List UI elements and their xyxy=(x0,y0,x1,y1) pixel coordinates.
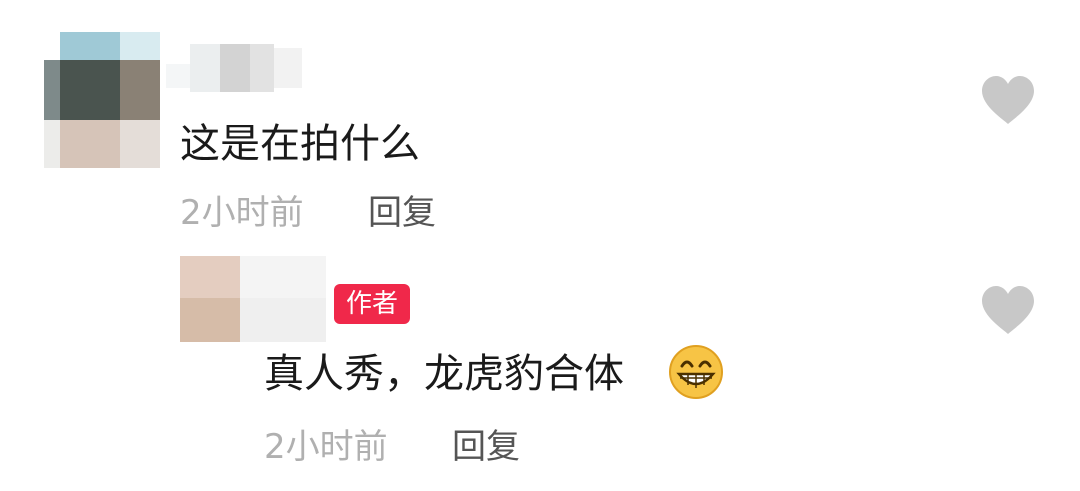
comment-text: 真人秀，龙虎豹合体 xyxy=(264,351,624,397)
heart-icon xyxy=(982,286,1034,334)
username-blurred xyxy=(166,44,302,94)
like-button[interactable] xyxy=(980,74,1036,126)
comment-time: 2小时前 xyxy=(180,193,304,233)
reply-button[interactable]: 回复 xyxy=(368,196,436,230)
reply-button[interactable]: 回复 xyxy=(452,430,520,464)
avatar[interactable] xyxy=(44,32,160,168)
comment-text: 这是在拍什么 xyxy=(180,121,420,167)
grinning-face-emoji xyxy=(668,344,724,400)
comment-time: 2小时前 xyxy=(264,427,388,467)
heart-icon xyxy=(982,76,1034,124)
author-badge: 作者 xyxy=(334,284,411,324)
like-button[interactable] xyxy=(980,284,1036,336)
avatar[interactable] xyxy=(180,256,326,342)
